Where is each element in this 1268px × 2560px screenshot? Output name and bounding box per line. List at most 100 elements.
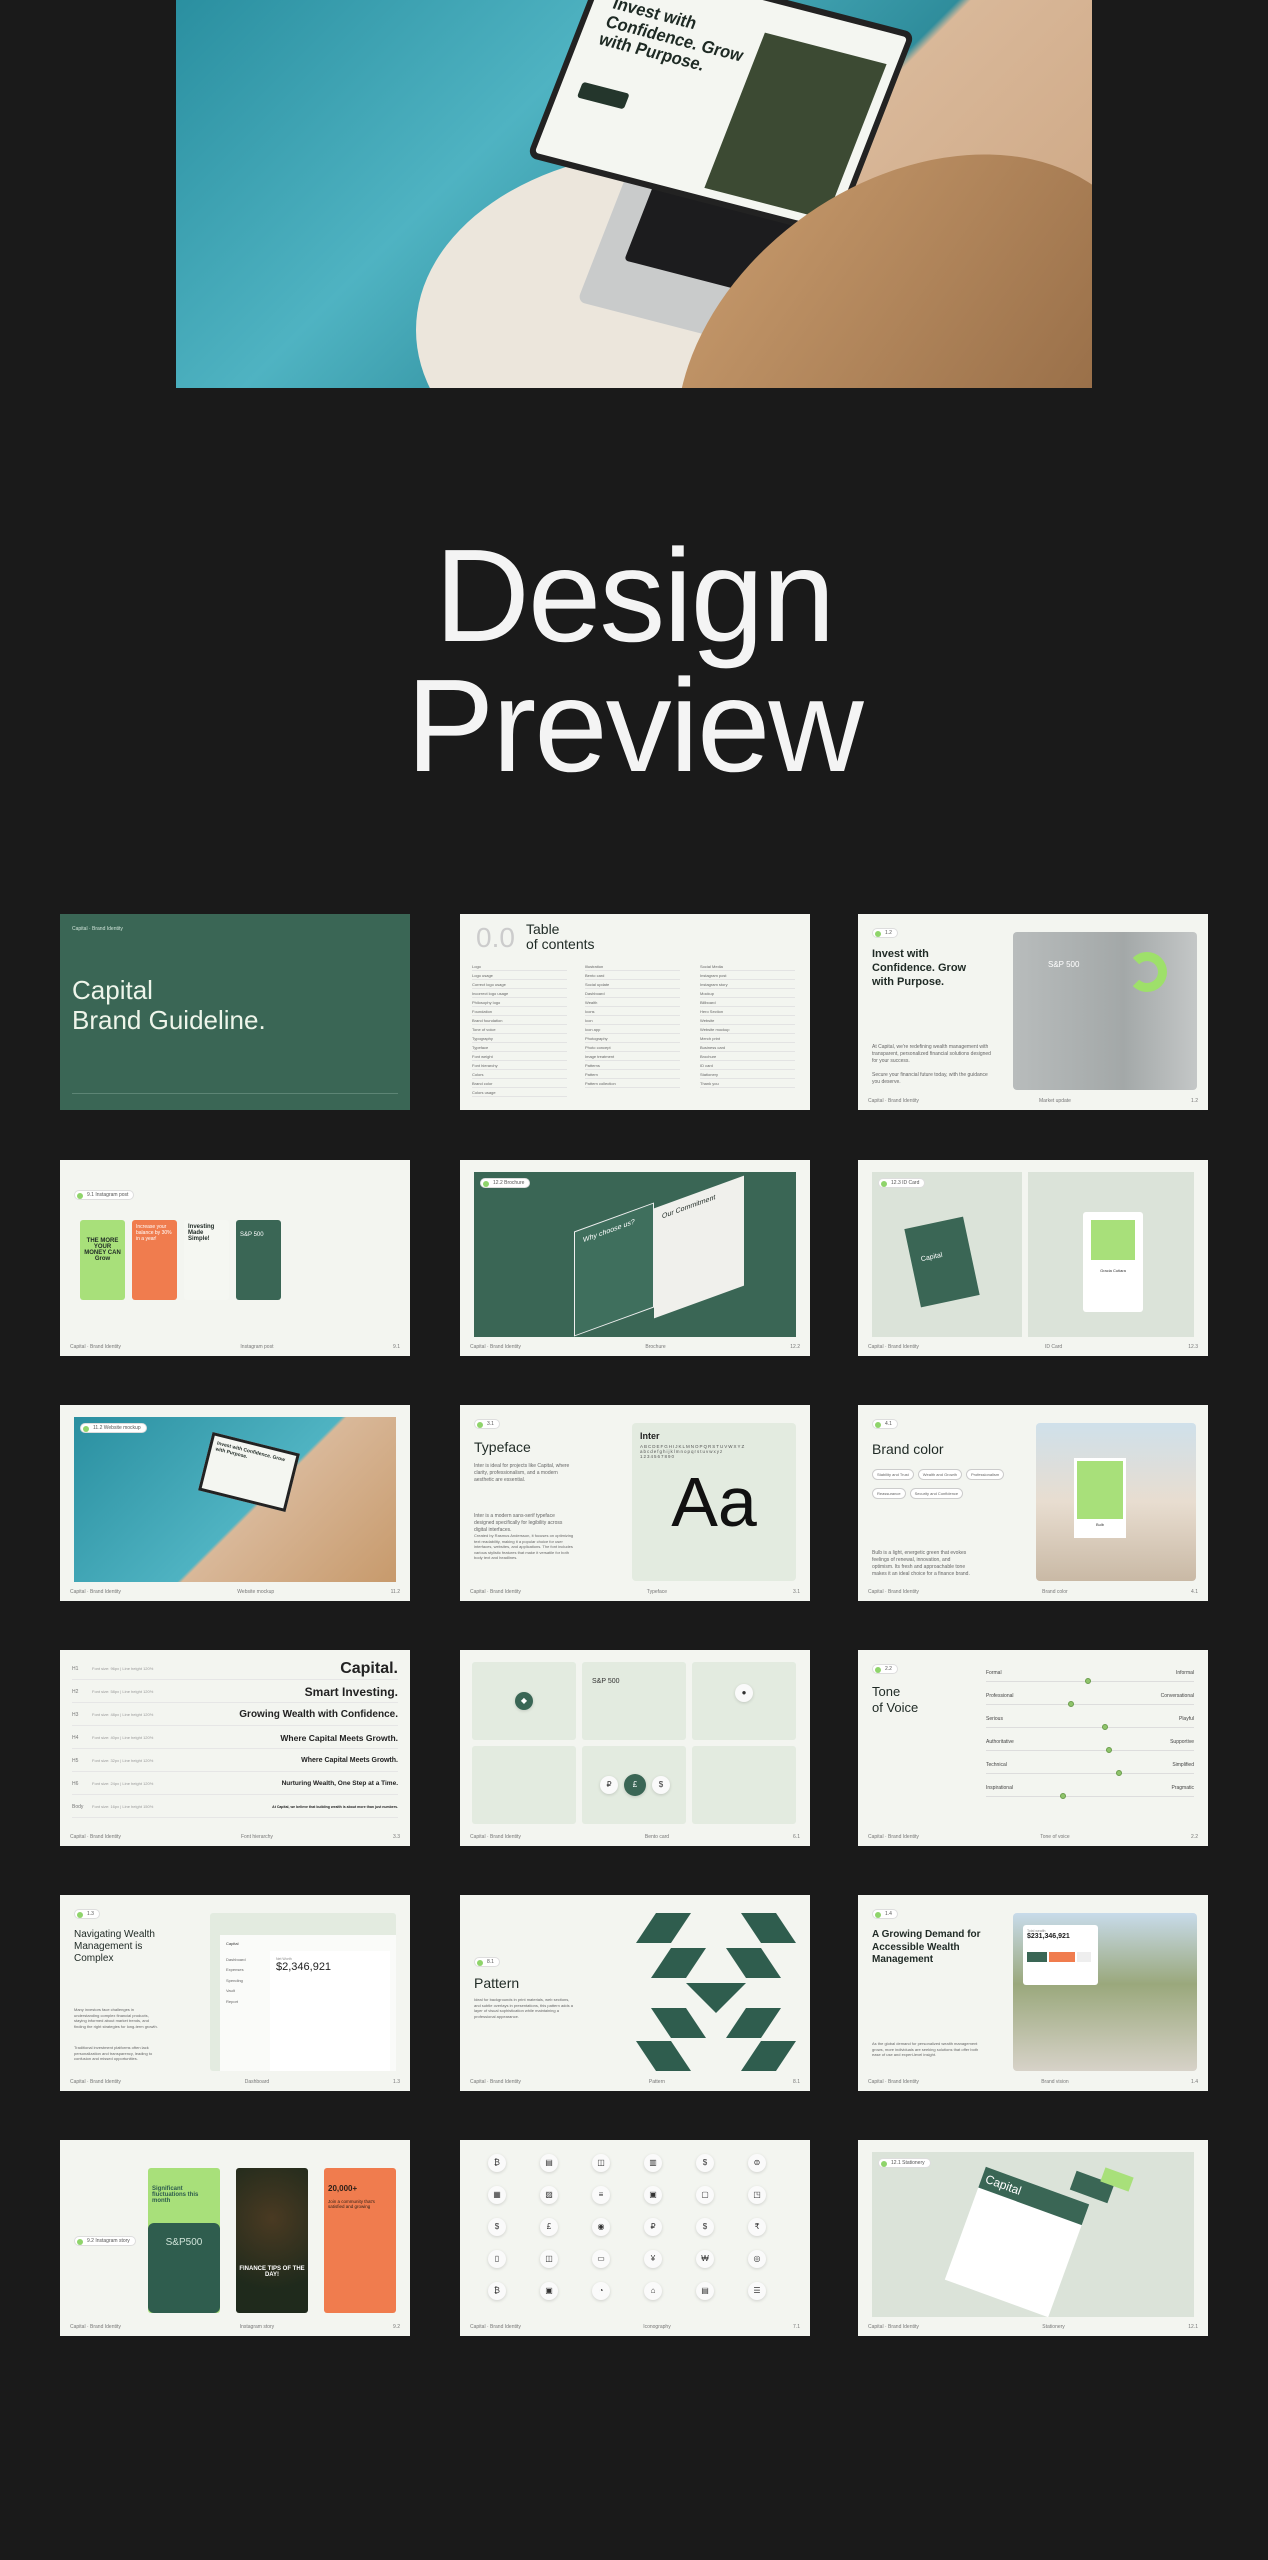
tone-slider-handle[interactable]: [1101, 1724, 1108, 1730]
page-number: 12.3: [1188, 1344, 1198, 1350]
tone-slider-handle[interactable]: [1068, 1701, 1075, 1707]
tone-heading-2: of Voice: [872, 1699, 919, 1715]
font-hierarchy-row: Body Font size: 16px | Line height 150% At…: [72, 1796, 398, 1818]
page-number: 1.3: [393, 2079, 400, 2085]
slide-instagram-story[interactable]: 9.2 Instagram story Significant fluctuat…: [60, 2140, 410, 2336]
slide-dashboard[interactable]: 1.3 Navigating Wealth Management is Comp…: [60, 1895, 410, 2091]
level: H6: [72, 1780, 79, 1787]
section-badge: 12.2 Brochure: [480, 1178, 531, 1188]
slide-font-hierarchy[interactable]: H1 Font size: 96px | Line height 120% Capi…: [60, 1650, 410, 1846]
cover-brand: Capital · Brand Identity: [72, 926, 123, 932]
footer-label: Instagram post: [240, 1344, 274, 1350]
brochure-right-page: Our Commitment: [654, 1175, 744, 1319]
bento-tile: [472, 1746, 576, 1824]
tone-right: Pragmatic: [1171, 1785, 1194, 1791]
toc-item: Brand foundation: [472, 1016, 567, 1025]
post-card-2: Increase your balance by 30% in a year!: [132, 1220, 177, 1300]
footer-brand: Capital · Brand Identity: [70, 2079, 121, 2085]
toc-item: Instagram post: [700, 971, 795, 980]
slide-brochure[interactable]: 12.2 Brochure Why choose us? Our Commitm…: [460, 1160, 810, 1356]
typeface-sample: Aa: [671, 1463, 757, 1541]
color-swatch: [1077, 1461, 1123, 1519]
swatch-name: Bulb: [1095, 1522, 1104, 1527]
glyph-icon: ◎: [748, 2250, 766, 2268]
tag: Wealth and Growth: [917, 1469, 962, 1480]
bento-overlay: S&P 500: [592, 1678, 620, 1685]
slide-pattern[interactable]: 8.1 Pattern Ideal for backgrounds in pri…: [460, 1895, 810, 2091]
toc-item: Hero Section: [700, 1007, 795, 1016]
slide-tone-of-voice[interactable]: 2.2 Tone of Voice Formal Informal Professi…: [858, 1650, 1208, 1846]
toc-item: Patterns: [585, 1061, 680, 1070]
glyph-icon: ▣: [540, 2282, 558, 2300]
bento-tile: ₽ £ $: [582, 1746, 686, 1824]
font-hierarchy-row: H3 Font size: 48px | Line height 120% Grow…: [72, 1704, 398, 1726]
typeface-body-2: Inter is a modern sans-serif typeface de…: [474, 1513, 563, 1533]
section-badge: 1.4: [872, 1909, 898, 1919]
brand-color-tags: Stability and Trust Wealth and Growth Prof…: [870, 1463, 1020, 1501]
slide-instagram-post[interactable]: 9.1 Instagram post THE MORE YOUR MONEY C…: [60, 1160, 410, 1356]
slide-invest[interactable]: 1.2 Invest with Confidence. Grow with Pu…: [858, 914, 1208, 1110]
slide-id-card[interactable]: 12.3 ID Card Capital Gracia Cutiara Capi…: [858, 1160, 1208, 1356]
slide-brand-color[interactable]: 4.1 Brand color Stability and Trust Wealt…: [858, 1405, 1208, 1601]
section-badge: 1.2: [872, 928, 898, 938]
tone-slider-handle[interactable]: [1084, 1678, 1091, 1684]
glyph-icon: £: [540, 2218, 558, 2236]
section-badge: 12.3 ID Card: [878, 1178, 926, 1188]
brochure-left-page: Why choose us?: [574, 1202, 654, 1337]
tone-slider-handle[interactable]: [1105, 1747, 1112, 1753]
font-hierarchy-row: H2 Font size: 58px | Line height 120% Smar…: [72, 1681, 398, 1703]
slide-typeface[interactable]: 3.1 Typeface Inter is ideal for projects…: [460, 1405, 810, 1601]
page-number: 12.1: [1188, 2324, 1198, 2330]
pattern-heading: Pattern: [474, 1975, 520, 1991]
footer-label: Bento card: [644, 1834, 670, 1840]
spec: Font size: 48px | Line height 120%: [92, 1712, 154, 1717]
level: Body: [72, 1803, 84, 1810]
title-line2: Preview: [406, 652, 863, 799]
tone-right: Simplified: [1172, 1762, 1194, 1768]
bento-tile: ●: [692, 1662, 796, 1740]
toc-item: Thank you: [700, 1079, 795, 1088]
footer-label: Pattern: [648, 2079, 666, 2085]
footer-label: Brand color: [1042, 1589, 1068, 1595]
story-card-1: Significant fluctuations this month S&P5…: [148, 2168, 220, 2313]
spec: Font size: 16px | Line height 150%: [92, 1804, 154, 1809]
invest-body-2: Secure your financial future today, with…: [872, 1072, 988, 1085]
toc-title-2: of contents: [526, 936, 595, 953]
slide-cover[interactable]: Capital · Brand Identity Capital Brand G…: [60, 914, 410, 1110]
slide-website-mockup[interactable]: 11.2 Website mockup Invest with Confiden…: [60, 1405, 410, 1601]
toc-item: Illustration: [585, 962, 680, 971]
tone-slider-handle[interactable]: [1059, 1793, 1066, 1799]
slide-iconography[interactable]: ₿ ▤ ◫ ▥ $ ⊜ ▦ ▨ ≡ ▣ ▢ ◳ $ £ ◉ ₽ $ ₹ ▯ ◫ ▭ ¥ ₩ ◎ ₿ ▣ ◔ ⌂ ▤ ☰ Capital ·…: [460, 2140, 810, 2336]
invest-overlay: S&P 500: [1048, 960, 1080, 969]
digits: 1234567890: [640, 1454, 676, 1459]
slide-table-of-contents[interactable]: 0.0 Table of contents Logo Logo usage Corr…: [460, 914, 810, 1110]
cover-title-line1: Capital: [72, 975, 153, 1005]
footer-brand: Capital · Brand Identity: [868, 2324, 919, 2330]
toc-item: Colors: [472, 1070, 567, 1079]
pattern-graphic: [636, 1913, 796, 2071]
invest-photo: S&P 500: [1013, 932, 1197, 1090]
slide-growing-demand[interactable]: 1.4 A Growing Demand for Accessible Weal…: [858, 1895, 1208, 2091]
level: H2: [72, 1688, 79, 1695]
slide-bento-card[interactable]: ◆ S&P 500 ● ₽ £ $ Capital · Brand Identi…: [460, 1650, 810, 1846]
tone-slider-handle[interactable]: [1116, 1770, 1123, 1776]
id-card-name: Gracia Cutiara: [1100, 1268, 1126, 1273]
pound-icon: £: [624, 1774, 646, 1796]
sample: Where Capital Meets Growth.: [301, 1757, 398, 1764]
tone-scale: Authoritative Supportive: [986, 1739, 1194, 1761]
footer-label: ID Card: [1044, 1344, 1063, 1350]
toc-item: Font weight: [472, 1052, 567, 1061]
slide-stationery[interactable]: 12.1 Stationery Capital Capital · Brand …: [858, 2140, 1208, 2336]
toc-item: Brochure: [700, 1052, 795, 1061]
dollar-icon: $: [652, 1776, 670, 1794]
laptop-headline: Invest with Confidence. Grow with Purpos…: [596, 0, 747, 76]
toc-item: Wealth: [585, 998, 680, 1007]
glyph-icon: ▯: [488, 2250, 506, 2268]
glyph-icon: ▭: [592, 2250, 610, 2268]
dashboard-nav-item: Report: [226, 1998, 239, 2004]
toc-item: Social update: [585, 980, 680, 989]
dashboard-nav: Dashboard Expenses Spending Vault Report: [226, 1955, 246, 2007]
dashboard-mockup: Capital Dashboard Expenses Spending Vault Re…: [210, 1913, 396, 2071]
glyph-icon: ▤: [696, 2282, 714, 2300]
footer-brand: Capital · Brand Identity: [868, 1834, 919, 1840]
